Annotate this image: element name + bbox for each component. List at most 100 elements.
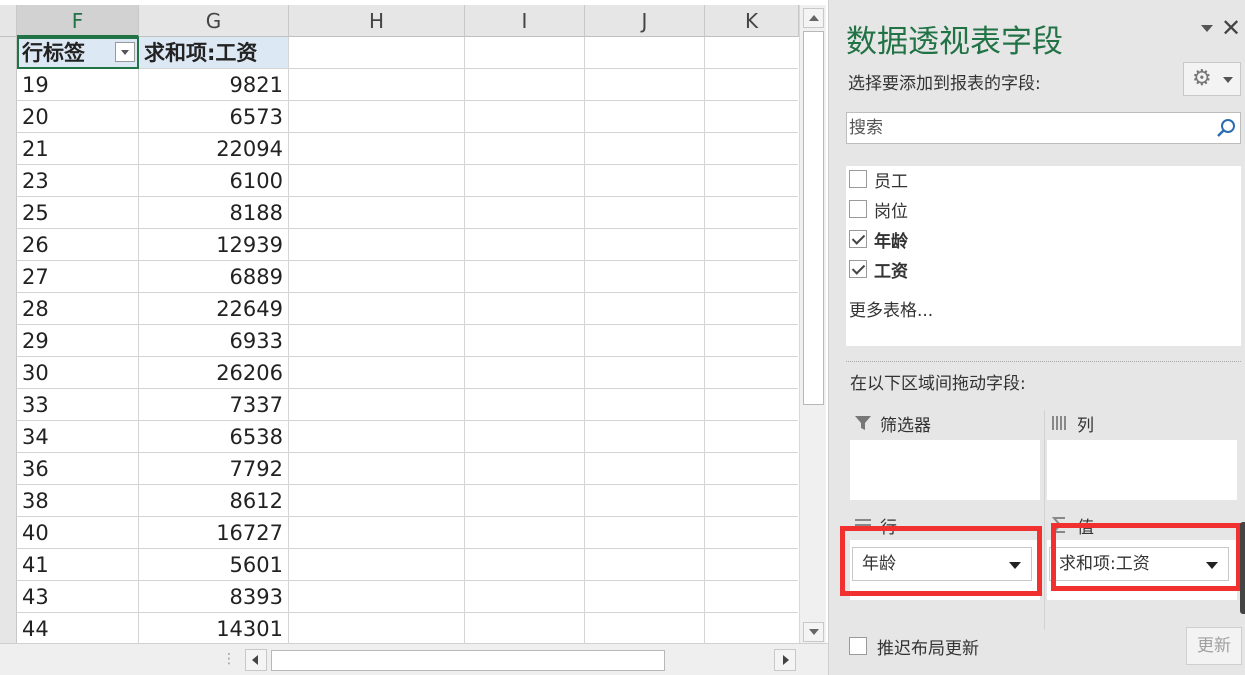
empty-cell[interactable] — [289, 485, 465, 517]
column-header-i[interactable]: I — [465, 5, 585, 37]
age-cell[interactable]: 30 — [17, 357, 139, 389]
empty-cell[interactable] — [705, 581, 798, 613]
empty-cell[interactable] — [465, 165, 585, 197]
salary-cell[interactable]: 5601 — [139, 549, 289, 581]
empty-cell[interactable] — [465, 197, 585, 229]
empty-cell[interactable] — [585, 101, 705, 133]
defer-checkbox[interactable] — [849, 637, 867, 655]
empty-cell[interactable] — [585, 389, 705, 421]
empty-cell[interactable] — [465, 357, 585, 389]
scroll-left-button[interactable] — [245, 649, 267, 671]
age-cell[interactable]: 27 — [17, 261, 139, 293]
salary-cell[interactable]: 8612 — [139, 485, 289, 517]
row-labels-header-cell[interactable]: 行标签 — [17, 37, 139, 69]
empty-cell[interactable] — [705, 485, 798, 517]
salary-cell[interactable]: 6889 — [139, 261, 289, 293]
empty-cell[interactable] — [585, 581, 705, 613]
horizontal-scroll-thumb[interactable] — [271, 650, 665, 671]
empty-cell[interactable] — [705, 261, 798, 293]
empty-cell[interactable] — [289, 613, 465, 643]
age-cell[interactable]: 33 — [17, 389, 139, 421]
empty-cell[interactable] — [289, 581, 465, 613]
salary-cell[interactable]: 22094 — [139, 133, 289, 165]
empty-cell[interactable] — [705, 325, 798, 357]
select-all-corner[interactable] — [0, 5, 17, 37]
empty-cell[interactable] — [585, 613, 705, 643]
column-header-g[interactable]: G — [139, 5, 289, 37]
column-header-h[interactable]: H — [289, 5, 465, 37]
age-cell[interactable]: 36 — [17, 453, 139, 485]
empty-cell[interactable] — [585, 69, 705, 101]
empty-cell[interactable] — [289, 517, 465, 549]
column-header-k[interactable]: K — [705, 5, 799, 37]
salary-cell[interactable]: 9821 — [139, 69, 289, 101]
empty-cell[interactable] — [465, 37, 585, 69]
salary-cell[interactable]: 26206 — [139, 357, 289, 389]
age-cell[interactable]: 19 — [17, 69, 139, 101]
column-header-j[interactable]: J — [585, 5, 705, 37]
columns-drop-zone[interactable] — [1047, 440, 1237, 500]
empty-cell[interactable] — [705, 357, 798, 389]
defer-layout-update[interactable]: 推迟布局更新 — [849, 634, 979, 659]
empty-cell[interactable] — [585, 133, 705, 165]
empty-cell[interactable] — [465, 485, 585, 517]
close-icon[interactable]: ✕ — [1221, 14, 1241, 42]
empty-cell[interactable] — [289, 293, 465, 325]
empty-cell[interactable] — [289, 421, 465, 453]
search-input[interactable] — [849, 115, 1209, 141]
field-item-position[interactable]: 岗位 — [849, 196, 908, 222]
salary-cell[interactable]: 16727 — [139, 517, 289, 549]
empty-cell[interactable] — [585, 325, 705, 357]
empty-cell[interactable] — [465, 517, 585, 549]
empty-cell[interactable] — [465, 101, 585, 133]
scroll-down-button[interactable] — [803, 622, 824, 642]
salary-cell[interactable]: 8188 — [139, 197, 289, 229]
empty-cell[interactable] — [705, 389, 798, 421]
field-checkbox-checked[interactable] — [849, 230, 867, 248]
age-cell[interactable]: 20 — [17, 101, 139, 133]
empty-cell[interactable] — [465, 133, 585, 165]
empty-cell[interactable] — [289, 37, 465, 69]
empty-cell[interactable] — [289, 165, 465, 197]
empty-cell[interactable] — [705, 453, 798, 485]
empty-cell[interactable] — [705, 197, 798, 229]
empty-cell[interactable] — [705, 229, 798, 261]
field-checkbox-checked[interactable] — [849, 260, 867, 278]
empty-cell[interactable] — [289, 357, 465, 389]
empty-cell[interactable] — [465, 549, 585, 581]
age-cell[interactable]: 26 — [17, 229, 139, 261]
age-cell[interactable]: 23 — [17, 165, 139, 197]
empty-cell[interactable] — [465, 293, 585, 325]
empty-cell[interactable] — [705, 133, 798, 165]
salary-cell[interactable]: 12939 — [139, 229, 289, 261]
field-checkbox[interactable] — [849, 170, 867, 188]
age-cell[interactable]: 29 — [17, 325, 139, 357]
empty-cell[interactable] — [465, 421, 585, 453]
age-cell[interactable]: 41 — [17, 549, 139, 581]
filters-drop-zone[interactable] — [850, 440, 1040, 500]
empty-cell[interactable] — [465, 261, 585, 293]
age-cell[interactable]: 28 — [17, 293, 139, 325]
empty-cell[interactable] — [465, 613, 585, 643]
empty-cell[interactable] — [465, 389, 585, 421]
empty-cell[interactable] — [705, 101, 798, 133]
cell-grid[interactable]: 行标签 求和项:工资 19 9821 20 6573 21 22094 23 6100 25 8188… — [17, 37, 798, 643]
empty-cell[interactable] — [585, 357, 705, 389]
empty-cell[interactable] — [289, 549, 465, 581]
empty-cell[interactable] — [289, 197, 465, 229]
field-checkbox[interactable] — [849, 200, 867, 218]
empty-cell[interactable] — [585, 293, 705, 325]
salary-cell[interactable]: 7337 — [139, 389, 289, 421]
empty-cell[interactable] — [705, 613, 798, 643]
empty-cell[interactable] — [585, 165, 705, 197]
empty-cell[interactable] — [289, 229, 465, 261]
age-cell[interactable]: 21 — [17, 133, 139, 165]
empty-cell[interactable] — [585, 229, 705, 261]
pane-options-chevron-icon[interactable] — [1201, 25, 1213, 32]
salary-cell[interactable]: 6573 — [139, 101, 289, 133]
horizontal-scrollbar[interactable] — [245, 649, 798, 671]
empty-cell[interactable] — [585, 549, 705, 581]
vertical-scrollbar[interactable] — [799, 5, 826, 643]
empty-cell[interactable] — [289, 389, 465, 421]
empty-cell[interactable] — [289, 101, 465, 133]
